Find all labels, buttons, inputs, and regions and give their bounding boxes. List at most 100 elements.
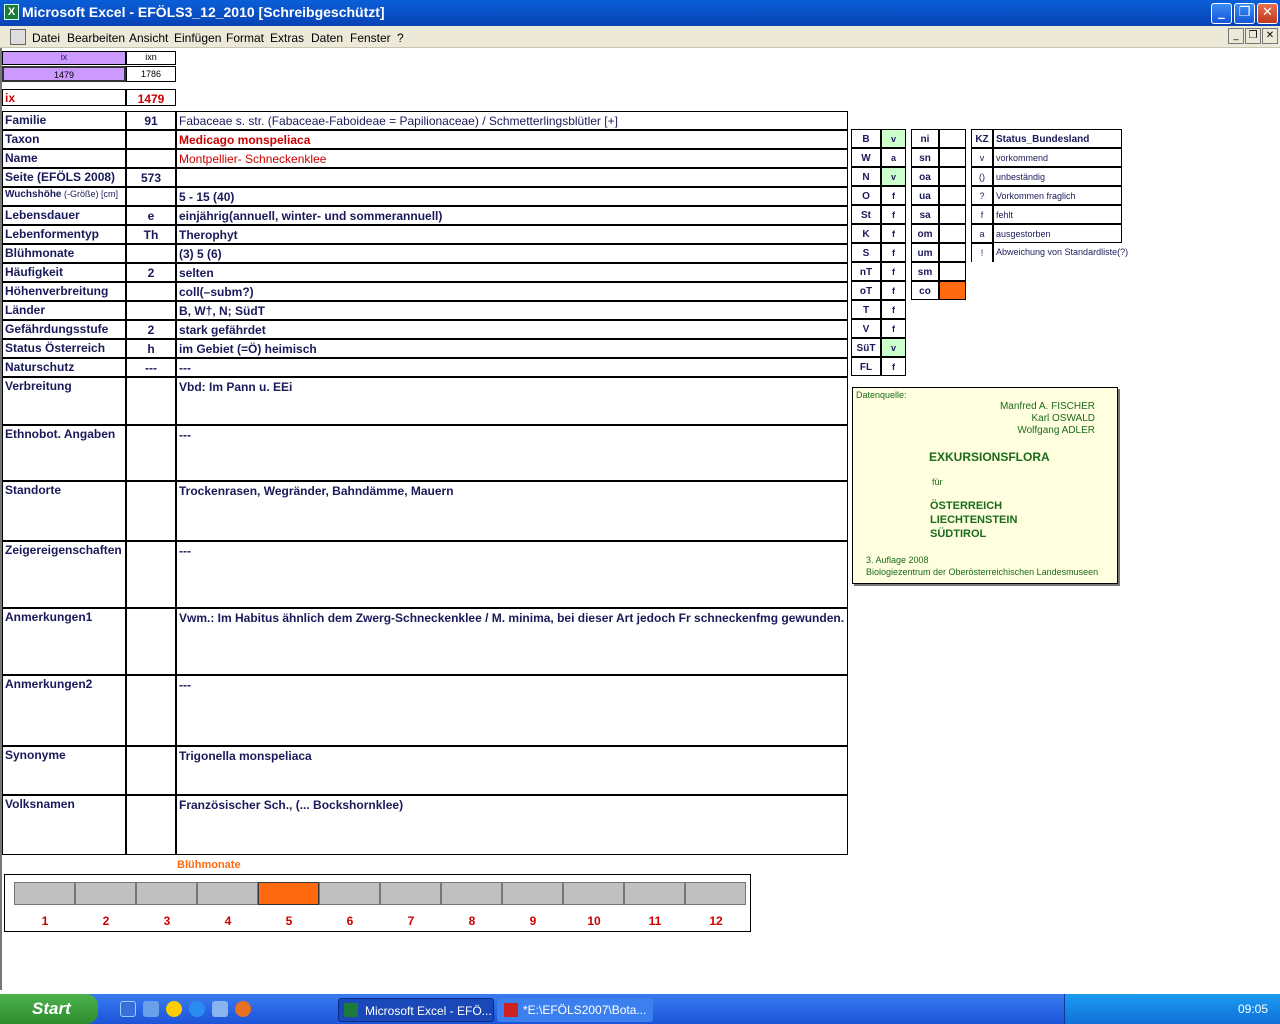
restore-button[interactable]: ❐ (1234, 3, 1255, 24)
altitude-code[interactable]: um (911, 243, 939, 262)
firefox-icon[interactable] (235, 1001, 251, 1017)
row-number[interactable] (126, 244, 176, 263)
row-value[interactable] (176, 168, 848, 187)
row-number[interactable]: 91 (126, 111, 176, 130)
region-code[interactable]: N (851, 167, 881, 186)
row-number[interactable]: 2 (126, 320, 176, 339)
row-number[interactable]: 2 (126, 263, 176, 282)
altitude-mark[interactable] (939, 205, 966, 224)
row-label[interactable]: Häufigkeit (2, 263, 126, 282)
row-number[interactable] (126, 481, 176, 541)
altitude-mark[interactable] (939, 186, 966, 205)
explorer-icon[interactable] (143, 1001, 159, 1017)
row-number[interactable] (126, 746, 176, 795)
menu-help[interactable]: ? (397, 31, 404, 45)
task-explorer[interactable]: *E:\EFÖLS2007\Bota... (497, 998, 653, 1022)
altitude-mark[interactable] (939, 129, 966, 148)
start-button[interactable]: Start (0, 994, 98, 1024)
region-status[interactable]: a (881, 148, 906, 167)
row-label[interactable]: Ethnobot. Angaben (2, 425, 126, 481)
altitude-mark[interactable] (939, 148, 966, 167)
region-code[interactable]: K (851, 224, 881, 243)
row-label[interactable]: Volksnamen (2, 795, 126, 855)
row-label[interactable]: Taxon (2, 130, 126, 149)
menu-ansicht[interactable]: Ansicht (129, 31, 168, 45)
workbook-icon[interactable] (10, 29, 26, 45)
altitude-mark[interactable] (939, 243, 966, 262)
month-bar-4[interactable] (197, 882, 258, 905)
row-value[interactable]: --- (176, 541, 848, 608)
row-label[interactable]: Wuchshöhe (-Größe) [cm] (2, 187, 126, 206)
menu-bearbeiten[interactable]: Bearbeiten (67, 31, 125, 45)
altitude-mark[interactable] (939, 281, 966, 300)
region-status[interactable]: v (881, 167, 906, 186)
row-value[interactable]: Trigonella monspeliaca (176, 746, 848, 795)
row-value[interactable]: --- (176, 425, 848, 481)
row-label[interactable]: Synonyme (2, 746, 126, 795)
row-label[interactable]: Familie (2, 111, 126, 130)
menu-daten[interactable]: Daten (311, 31, 343, 45)
row-value[interactable]: selten (176, 263, 848, 282)
region-code[interactable]: FL (851, 357, 881, 376)
region-code[interactable]: oT (851, 281, 881, 300)
row-value[interactable]: Fabaceae s. str. (Fabaceae-Faboideae = P… (176, 111, 848, 130)
row-number[interactable] (126, 541, 176, 608)
row-number[interactable]: --- (126, 358, 176, 377)
row-label[interactable]: Länder (2, 301, 126, 320)
row-number[interactable]: h (126, 339, 176, 358)
row-number[interactable] (126, 675, 176, 746)
altitude-code[interactable]: co (911, 281, 939, 300)
menu-einfuegen[interactable]: Einfügen (174, 31, 221, 45)
region-code[interactable]: S (851, 243, 881, 262)
region-status[interactable]: f (881, 300, 906, 319)
row-value[interactable]: Trockenrasen, Wegränder, Bahndämme, Maue… (176, 481, 848, 541)
row-number[interactable] (126, 608, 176, 675)
menu-fenster[interactable]: Fenster (350, 31, 391, 45)
minimize-button[interactable]: _ (1211, 3, 1232, 24)
row-label[interactable]: Seite (EFÖLS 2008) (2, 168, 126, 187)
region-status[interactable]: f (881, 224, 906, 243)
excel-icon[interactable]: X (4, 4, 19, 20)
region-status[interactable]: f (881, 205, 906, 224)
month-bar-3[interactable] (136, 882, 197, 905)
row-number[interactable] (126, 301, 176, 320)
month-bar-6[interactable] (319, 882, 380, 905)
month-bar-7[interactable] (380, 882, 441, 905)
row-value[interactable]: Montpellier- Schneckenklee (176, 149, 848, 168)
row-label[interactable]: Lebensdauer (2, 206, 126, 225)
row-number[interactable] (126, 130, 176, 149)
region-code[interactable]: T (851, 300, 881, 319)
month-bar-2[interactable] (75, 882, 136, 905)
altitude-code[interactable]: sn (911, 148, 939, 167)
row-value[interactable]: --- (176, 675, 848, 746)
row-number[interactable] (126, 187, 176, 206)
ie-icon[interactable] (189, 1001, 205, 1017)
region-status[interactable]: f (881, 357, 906, 376)
altitude-code[interactable]: sm (911, 262, 939, 281)
row-label[interactable]: Lebenformentyp (2, 225, 126, 244)
doc-restore-button[interactable]: ❐ (1245, 28, 1261, 44)
menu-datei[interactable]: Datei (32, 31, 60, 45)
row-value[interactable]: Medicago monspeliaca (176, 130, 848, 149)
region-status[interactable]: f (881, 262, 906, 281)
month-bar-5[interactable] (258, 882, 319, 905)
month-bar-11[interactable] (624, 882, 685, 905)
region-status[interactable]: v (881, 129, 906, 148)
ix-label-cell[interactable]: ix (2, 89, 126, 106)
row-number[interactable] (126, 425, 176, 481)
row-label[interactable]: Name (2, 149, 126, 168)
ixn-header-cell[interactable]: ixn (126, 51, 176, 65)
row-label[interactable]: Anmerkungen2 (2, 675, 126, 746)
outlook-icon[interactable] (212, 1001, 228, 1017)
row-label[interactable]: Höhenverbreitung (2, 282, 126, 301)
region-status[interactable]: f (881, 186, 906, 205)
task-excel[interactable]: Microsoft Excel - EFÖ... (338, 998, 494, 1022)
row-label[interactable]: Verbreitung (2, 377, 126, 425)
datenquelle-box[interactable]: Datenquelle: Manfred A. FISCHER Karl OSW… (852, 387, 1118, 584)
row-label[interactable]: Zeigereigenschaften (2, 541, 126, 608)
row-number[interactable] (126, 795, 176, 855)
row-label[interactable]: Gefährdungsstufe (2, 320, 126, 339)
ix-big-cell[interactable]: 1479 (126, 89, 176, 106)
row-value[interactable]: stark gefährdet (176, 320, 848, 339)
region-code[interactable]: B (851, 129, 881, 148)
